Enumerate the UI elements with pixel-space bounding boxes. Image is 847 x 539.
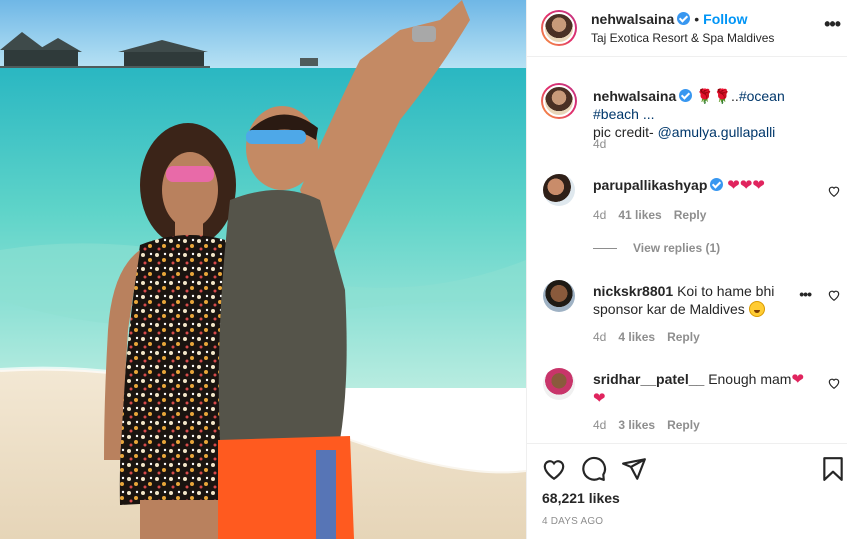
post-timestamp[interactable]: 4 DAYS AGO	[542, 516, 603, 527]
view-replies-button[interactable]: View replies (1)	[593, 241, 720, 255]
grinning-emoji-icon	[748, 301, 765, 317]
comment-username[interactable]: parupallikashyap	[593, 177, 707, 193]
caption-text: nehwalsaina 🌹🌹..#ocean #beach ... pic cr…	[593, 87, 829, 141]
verified-icon	[710, 178, 724, 191]
post-panel: nehwalsaina • Follow Taj Exotica Resort & …	[526, 0, 847, 539]
comment-options-icon[interactable]: •••	[799, 286, 812, 302]
comment-likes[interactable]: 41 likes	[618, 208, 661, 222]
share-paper-plane-icon[interactable]	[621, 456, 647, 482]
comment-username[interactable]: nickskr8801	[593, 283, 673, 299]
comment-age[interactable]: 4d	[593, 208, 606, 222]
comment-meta: 4d 4 likes Reply	[593, 330, 712, 344]
comment-likes[interactable]: 3 likes	[618, 418, 655, 432]
comment-meta: 4d 41 likes Reply	[593, 208, 718, 222]
save-bookmark-icon[interactable]	[820, 456, 846, 482]
location-link[interactable]: Taj Exotica Resort & Spa Maldives	[591, 31, 774, 45]
comment-username[interactable]: sridhar__patel__	[593, 371, 704, 387]
heart-emoji: ❤❤❤	[727, 177, 765, 194]
like-heart-icon[interactable]	[541, 456, 567, 482]
comment-likes[interactable]: 4 likes	[618, 330, 655, 344]
comment-meta: 4d 3 likes Reply	[593, 418, 712, 432]
author-avatar[interactable]	[541, 10, 577, 46]
reply-button[interactable]: Reply	[667, 418, 700, 432]
caption-age[interactable]: 4d	[593, 137, 606, 151]
replies-divider	[593, 248, 617, 250]
caption-avatar[interactable]	[541, 83, 577, 119]
post-actions: 68,221 likes 4 DAYS AGO	[527, 443, 847, 539]
like-comment-heart-icon[interactable]	[827, 376, 841, 390]
beach-photo	[0, 0, 526, 539]
commenter-avatar[interactable]	[543, 368, 575, 400]
mention-link[interactable]: @amulya.gullapalli	[658, 124, 776, 140]
comment-body: Enough mam	[708, 371, 792, 387]
separator-dot: •	[694, 11, 700, 27]
author-line: nehwalsaina • Follow	[591, 11, 748, 27]
reply-button[interactable]: Reply	[667, 330, 700, 344]
comment-age[interactable]: 4d	[593, 418, 606, 432]
rose-emoji: 🌹🌹	[696, 88, 732, 104]
verified-icon	[677, 12, 691, 25]
like-comment-heart-icon[interactable]	[827, 288, 841, 302]
reply-button[interactable]: Reply	[674, 208, 707, 222]
author-username[interactable]: nehwalsaina	[591, 11, 674, 27]
caption-meta: 4d	[593, 137, 618, 151]
comment-age[interactable]: 4d	[593, 330, 606, 344]
comment-item: sridhar__patel__ Enough mam❤ ❤ 4d 3 likes…	[541, 366, 841, 436]
likes-count[interactable]: 68,221 likes	[542, 490, 620, 506]
caption-dots: ..	[731, 88, 739, 104]
commenter-avatar[interactable]	[543, 280, 575, 312]
follow-button[interactable]: Follow	[703, 11, 747, 27]
comment-item: nickskr8801 Koi to hame bhi sponsor kar …	[541, 278, 841, 348]
caption-username[interactable]: nehwalsaina	[593, 88, 676, 104]
comment-text: nickskr8801 Koi to hame bhi sponsor kar …	[593, 282, 793, 318]
post-photo[interactable]	[0, 0, 526, 539]
caption: nehwalsaina 🌹🌹..#ocean #beach ... pic cr…	[541, 83, 841, 159]
commenter-avatar[interactable]	[543, 174, 575, 206]
comment-text: parupallikashyap ❤❤❤	[593, 176, 829, 195]
comment-item: parupallikashyap ❤❤❤ 4d 41 likes Reply	[541, 172, 841, 222]
comment-bubble-icon[interactable]	[581, 456, 607, 482]
heart-emoji: ❤	[791, 371, 805, 388]
more-options-icon[interactable]: •••	[824, 14, 841, 35]
like-comment-heart-icon[interactable]	[827, 184, 841, 198]
verified-icon	[679, 89, 693, 102]
comment-text: sridhar__patel__ Enough mam❤ ❤	[593, 370, 829, 408]
post-header: nehwalsaina • Follow Taj Exotica Resort & …	[527, 0, 847, 57]
view-replies-label: View replies (1)	[633, 241, 721, 255]
heart-emoji: ❤	[593, 390, 606, 407]
